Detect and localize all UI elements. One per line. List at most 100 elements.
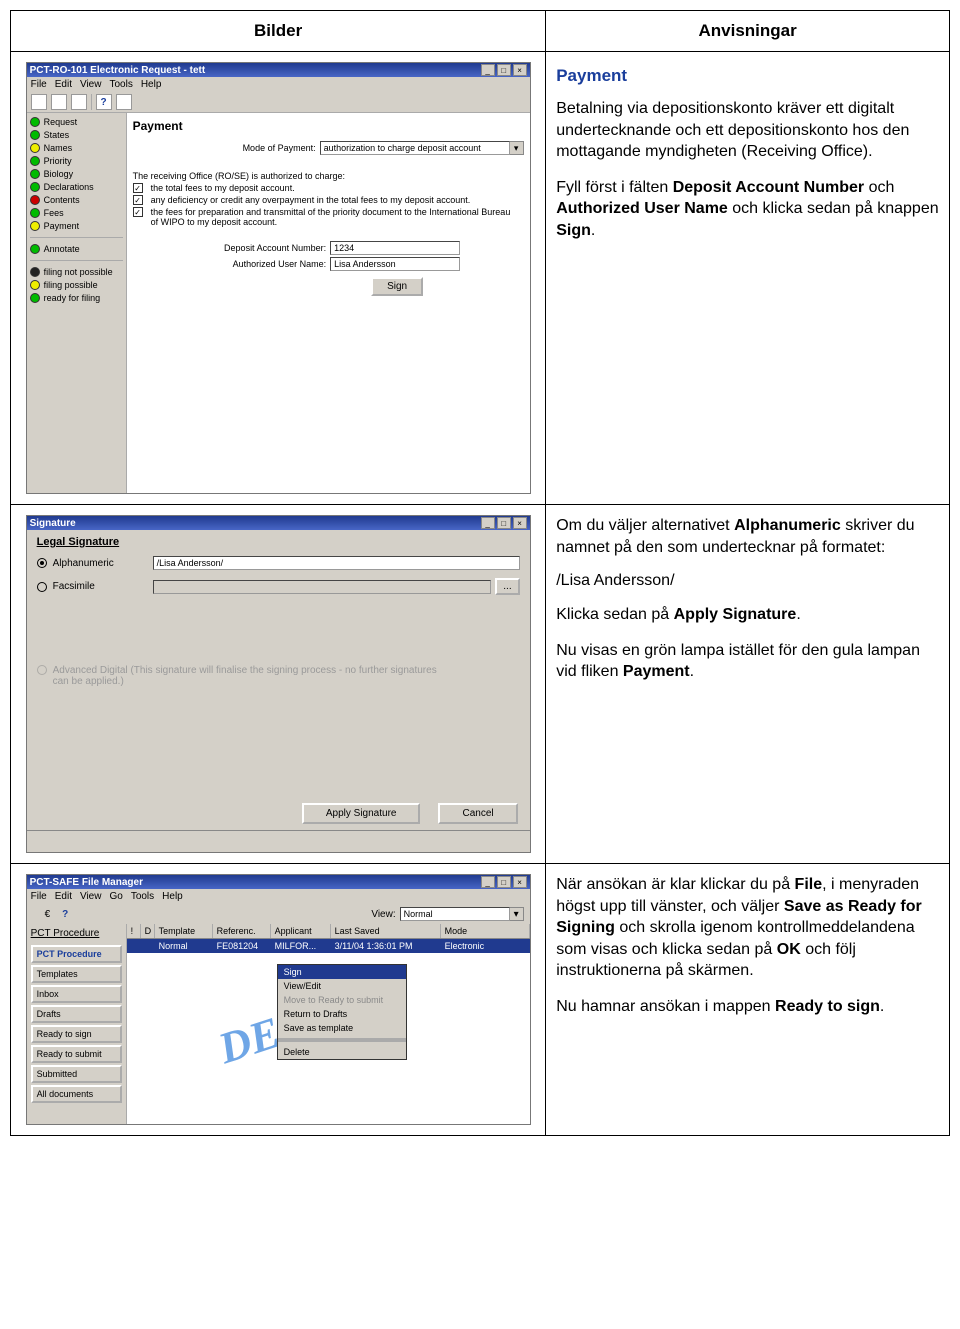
sidebar-item-inbox[interactable]: Inbox <box>31 985 122 1003</box>
advanced-digital-note: Advanced Digital (This signature will fi… <box>53 665 453 687</box>
alphanumeric-signature-field[interactable]: /Lisa Andersson/ <box>153 556 520 570</box>
close-icon[interactable]: × <box>513 517 527 529</box>
checkbox[interactable] <box>133 183 143 193</box>
menu-item[interactable]: Help <box>141 79 162 90</box>
cancel-button[interactable]: Cancel <box>438 803 517 824</box>
menubar[interactable]: File Edit View Tools Help <box>27 77 530 92</box>
toolbar-icon[interactable] <box>51 94 67 110</box>
menu-item[interactable]: File <box>31 891 47 902</box>
menu-item[interactable]: Edit <box>55 891 72 902</box>
col-header[interactable]: Template <box>155 924 213 938</box>
col-header[interactable]: Applicant <box>271 924 331 938</box>
menu-item[interactable]: Go <box>109 891 122 902</box>
euro-icon[interactable]: € <box>45 909 51 920</box>
authorized-user-name-label: Authorized User Name: <box>196 259 326 269</box>
menu-item[interactable]: Tools <box>131 891 154 902</box>
radio-label: Facsimile <box>53 581 153 592</box>
ctx-item-delete[interactable]: Delete <box>278 1045 406 1059</box>
sidebar-item-drafts[interactable]: Drafts <box>31 1005 122 1023</box>
menubar[interactable]: File Edit View Go Tools Help <box>27 889 530 904</box>
table-row[interactable]: Normal FE081204 MILFOR... 3/11/04 1:36:0… <box>127 939 530 953</box>
sidebar: Request States Names Priority Biology De… <box>27 113 127 493</box>
browse-button[interactable]: ... <box>495 578 519 595</box>
ctx-item-save-template[interactable]: Save as template <box>278 1021 406 1035</box>
menu-item[interactable]: View <box>80 79 102 90</box>
status-dot-icon <box>30 169 40 179</box>
sidebar-item-names[interactable]: Names <box>30 143 123 153</box>
sidebar-item-submitted[interactable]: Submitted <box>31 1065 122 1083</box>
ctx-item-view-edit[interactable]: View/Edit <box>278 979 406 993</box>
context-menu[interactable]: Sign View/Edit Move to Ready to submit R… <box>277 964 407 1060</box>
col-header[interactable]: Mode <box>441 924 530 938</box>
maximize-icon[interactable]: □ <box>497 64 511 76</box>
chevron-down-icon[interactable]: ▾ <box>510 907 524 921</box>
maximize-icon[interactable]: □ <box>497 517 511 529</box>
legend-item: ready for filing <box>30 293 123 303</box>
sidebar-item-biology[interactable]: Biology <box>30 169 123 179</box>
close-icon[interactable]: × <box>513 64 527 76</box>
menu-item[interactable]: Tools <box>109 79 132 90</box>
ctx-item-sign[interactable]: Sign <box>278 965 406 979</box>
sidebar-item-contents[interactable]: Contents <box>30 195 123 205</box>
fm-sidebar: PCT Procedure PCT Procedure Templates In… <box>27 924 127 1124</box>
toolbar-icon[interactable] <box>71 94 87 110</box>
toolbar-icon[interactable] <box>31 94 47 110</box>
sidebar-item-templates[interactable]: Templates <box>31 965 122 983</box>
minimize-icon[interactable]: _ <box>481 876 495 888</box>
status-dot-icon <box>30 195 40 205</box>
checkbox[interactable] <box>133 207 143 217</box>
sidebar-item-payment[interactable]: Payment <box>30 221 123 231</box>
col-header[interactable]: D <box>141 924 155 938</box>
ctx-item-return-drafts[interactable]: Return to Drafts <box>278 1007 406 1021</box>
sidebar-item-all-documents[interactable]: All documents <box>31 1085 122 1103</box>
authorize-note: The receiving Office (RO/SE) is authoriz… <box>133 171 524 181</box>
sidebar-item-ready-to-submit[interactable]: Ready to submit <box>31 1045 122 1063</box>
window-pct-ro-101: PCT-RO-101 Electronic Request - tett _ □… <box>26 62 531 494</box>
menu-item[interactable]: File <box>31 79 47 90</box>
section-title-payment: Payment <box>556 66 939 86</box>
sidebar-group-pct-procedure[interactable]: PCT Procedure <box>31 945 122 963</box>
minimize-icon[interactable]: _ <box>481 64 495 76</box>
sidebar-item-annotate[interactable]: Annotate <box>30 244 123 254</box>
instructions-filemanager: När ansökan är klar klickar du på File, … <box>546 864 950 1136</box>
apply-signature-button[interactable]: Apply Signature <box>302 803 421 824</box>
view-select[interactable]: Normal ▾ <box>400 907 524 921</box>
paragraph: Fyll först i fälten Deposit Account Numb… <box>556 177 939 242</box>
menu-item[interactable]: Edit <box>55 79 72 90</box>
status-dot-icon <box>30 156 40 166</box>
status-dot-icon <box>30 293 40 303</box>
radio-alphanumeric[interactable] <box>37 558 47 568</box>
fm-list-header: ! D Template Referenc. Applicant Last Sa… <box>127 924 530 939</box>
window-title: PCT-RO-101 Electronic Request - tett <box>30 65 206 76</box>
maximize-icon[interactable]: □ <box>497 876 511 888</box>
close-icon[interactable]: × <box>513 876 527 888</box>
sign-button[interactable]: Sign <box>371 277 423 296</box>
deposit-account-number-field[interactable]: 1234 <box>330 241 460 255</box>
minimize-icon[interactable]: _ <box>481 517 495 529</box>
col-header-bilder: Bilder <box>11 11 546 52</box>
menu-item[interactable]: View <box>80 891 102 902</box>
checkbox[interactable] <box>133 195 143 205</box>
col-header[interactable]: ! <box>127 924 141 938</box>
chevron-down-icon[interactable]: ▾ <box>510 141 524 155</box>
help-icon[interactable]: ? <box>62 909 68 920</box>
payment-panel: Payment Mode of Payment: authorization t… <box>127 113 530 493</box>
sidebar-item-declarations[interactable]: Declarations <box>30 182 123 192</box>
sidebar-item-request[interactable]: Request <box>30 117 123 127</box>
pct-procedure-link[interactable]: PCT Procedure <box>31 928 122 939</box>
menu-item[interactable]: Help <box>162 891 183 902</box>
sidebar-item-states[interactable]: States <box>30 130 123 140</box>
window-signature: Signature _ □ × Legal Signature Alphanum… <box>26 515 531 853</box>
col-header[interactable]: Last Saved <box>331 924 441 938</box>
sidebar-item-ready-to-sign[interactable]: Ready to sign <box>31 1025 122 1043</box>
radio-facsimile[interactable] <box>37 582 47 592</box>
status-dot-icon <box>30 280 40 290</box>
help-icon[interactable]: ? <box>96 94 112 110</box>
sidebar-item-fees[interactable]: Fees <box>30 208 123 218</box>
mode-of-payment-select[interactable]: authorization to charge deposit account … <box>320 141 524 155</box>
authorized-user-name-field[interactable]: Lisa Andersson <box>330 257 460 271</box>
toolbar-icon[interactable] <box>116 94 132 110</box>
checkbox-label: the total fees to my deposit account. <box>151 183 295 193</box>
sidebar-item-priority[interactable]: Priority <box>30 156 123 166</box>
col-header[interactable]: Referenc. <box>213 924 271 938</box>
